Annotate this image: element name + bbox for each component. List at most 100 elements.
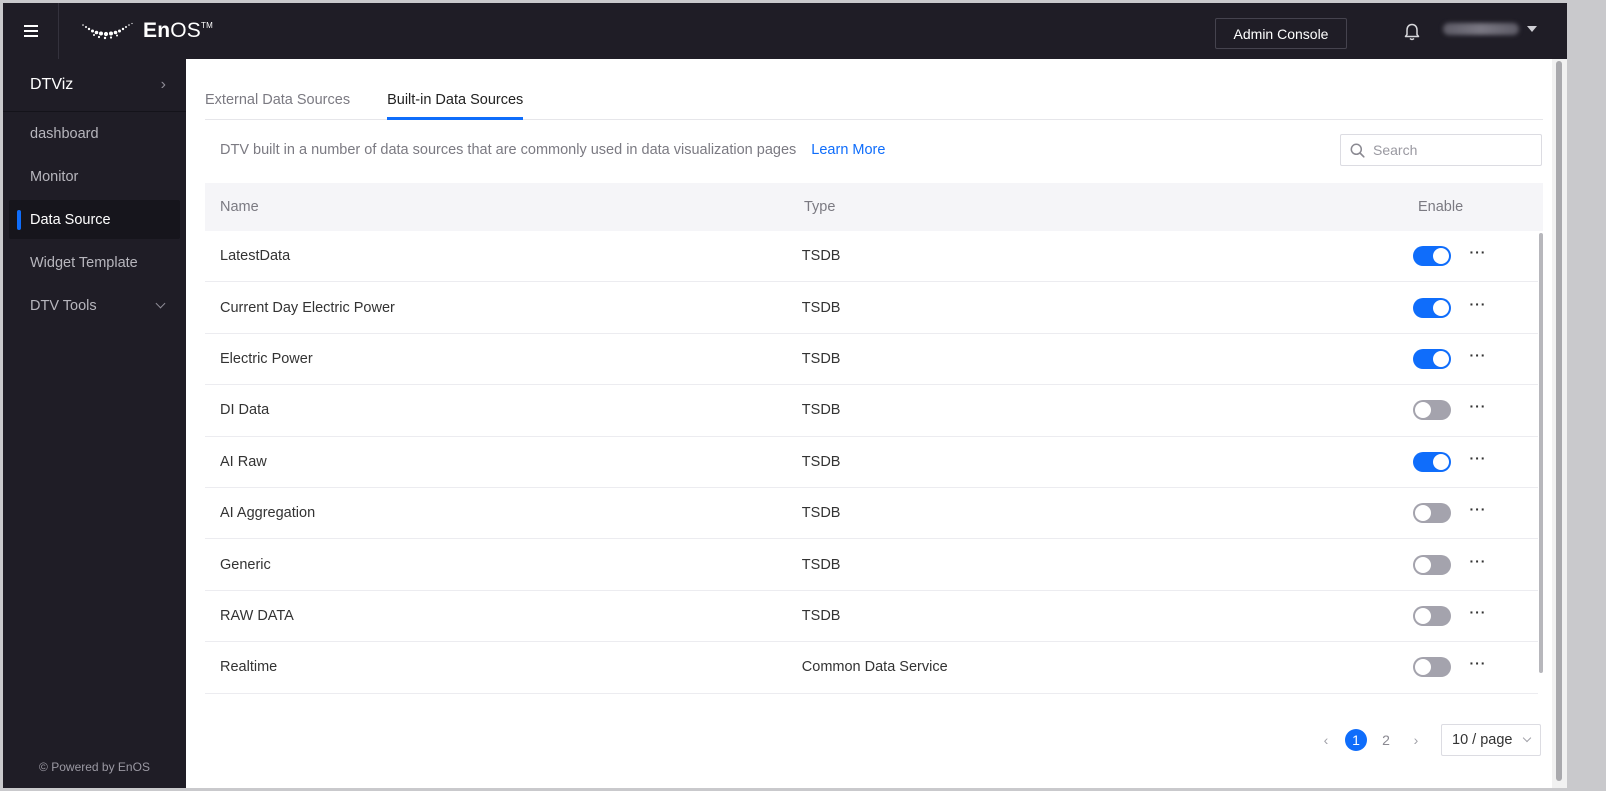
more-actions-icon[interactable]: ··· <box>1469 297 1486 311</box>
table-row: Current Day Electric Power TSDB ··· <box>205 282 1538 334</box>
sidebar: DTViz › dashboard Monitor Data Source Wi… <box>3 59 186 788</box>
row-enable-cell: ··· <box>1413 245 1538 267</box>
row-name: LatestData <box>220 248 291 265</box>
column-header-name: Name <box>220 199 259 215</box>
hamburger-menu-button[interactable] <box>3 3 59 59</box>
data-sources-table: Name Type Enable LatestData TSDB ··· Curren… <box>205 183 1543 695</box>
chevron-down-icon <box>1522 733 1532 743</box>
row-enable-cell: ··· <box>1413 605 1538 626</box>
sidebar-item-monitor[interactable]: Monitor <box>9 157 180 196</box>
table-row: Electric Power TSDB ··· <box>205 334 1538 386</box>
toggle-knob <box>1415 607 1432 624</box>
page-size-select[interactable]: 10 / page <box>1441 724 1541 756</box>
row-type: TSDB <box>801 505 841 522</box>
app-title: DTViz <box>30 76 74 93</box>
table-row: LatestData TSDB ··· <box>205 231 1538 283</box>
chevron-right-icon: › <box>160 76 166 93</box>
enable-toggle[interactable] <box>1413 297 1452 318</box>
enable-toggle[interactable] <box>1413 246 1452 267</box>
enable-toggle[interactable] <box>1413 554 1452 575</box>
table-row: DI Data TSDB ··· <box>205 385 1538 437</box>
sidebar-item-label: Data Source <box>30 211 111 228</box>
more-actions-icon[interactable]: ··· <box>1469 399 1486 413</box>
table-row: RAW DATA TSDB ··· <box>205 591 1538 643</box>
row-name: DI Data <box>220 402 270 419</box>
table-scrollbar[interactable] <box>1539 233 1543 673</box>
enable-toggle[interactable] <box>1413 348 1452 369</box>
app-switcher[interactable]: DTViz › <box>3 59 186 112</box>
sidebar-item-widget-template[interactable]: Widget Template <box>9 243 180 282</box>
table-row: Realtime Common Data Service ··· <box>205 642 1538 694</box>
row-enable-cell: ··· <box>1413 451 1538 472</box>
row-name: Generic <box>220 556 271 573</box>
data-source-tabs: External Data Sources Built-in Data Sour… <box>205 59 1543 120</box>
tab-built-in-data-sources[interactable]: Built-in Data Sources <box>387 58 524 120</box>
sidebar-item-data-source[interactable]: Data Source <box>9 200 180 239</box>
next-page-button[interactable]: › <box>1401 732 1431 748</box>
row-type: TSDB <box>801 299 841 316</box>
row-type: TSDB <box>801 556 841 573</box>
row-name: RAW DATA <box>220 607 294 624</box>
logo-text: EnOSTM <box>143 19 213 42</box>
powered-by-footer: © Powered by EnOS <box>39 760 150 774</box>
enos-logo-arc-icon <box>82 22 133 40</box>
pagination: ‹ 1 2 › 10 / page <box>1311 724 1541 756</box>
page-scrollbar-thumb[interactable] <box>1556 61 1562 781</box>
search-box[interactable] <box>1340 134 1542 166</box>
page-1-button[interactable]: 1 <box>1345 729 1367 751</box>
enos-logo[interactable]: EnOSTM <box>81 19 213 43</box>
page-2-button[interactable]: 2 <box>1375 729 1397 751</box>
sidebar-item-dtv-tools[interactable]: DTV Tools <box>9 286 180 325</box>
more-actions-icon[interactable]: ··· <box>1469 554 1486 568</box>
sidebar-item-label: Monitor <box>30 168 79 185</box>
learn-more-link[interactable]: Learn More <box>811 142 885 158</box>
caret-down-icon <box>1527 26 1537 32</box>
row-enable-cell: ··· <box>1413 502 1538 524</box>
user-menu[interactable] <box>1443 23 1537 35</box>
row-enable-cell: ··· <box>1413 554 1538 575</box>
sidebar-nav: dashboard Monitor Data Source Widget Tem… <box>3 114 186 325</box>
prev-page-button[interactable]: ‹ <box>1311 732 1341 748</box>
row-type: TSDB <box>801 607 841 624</box>
more-actions-icon[interactable]: ··· <box>1469 451 1486 465</box>
table-row: AI Raw TSDB ··· <box>205 437 1538 488</box>
toggle-knob <box>1415 402 1432 419</box>
enable-toggle[interactable] <box>1413 451 1452 472</box>
page-scrollbar[interactable] <box>1552 59 1567 788</box>
row-enable-cell: ··· <box>1413 348 1538 369</box>
enable-toggle[interactable] <box>1413 400 1452 421</box>
row-name: Realtime <box>220 659 278 676</box>
more-actions-icon[interactable]: ··· <box>1469 502 1486 516</box>
admin-console-button[interactable]: Admin Console <box>1215 18 1347 49</box>
more-actions-icon[interactable]: ··· <box>1469 605 1486 619</box>
description-line: DTV built in a number of data sources th… <box>220 142 885 158</box>
notifications-button[interactable] <box>1402 22 1422 42</box>
app-window: EnOSTM Admin Console DTViz › dashboard M… <box>3 3 1567 788</box>
row-name: Current Day Electric Power <box>220 299 395 316</box>
sidebar-item-label: Widget Template <box>30 254 138 271</box>
search-input[interactable] <box>1373 142 1533 158</box>
enable-toggle[interactable] <box>1413 503 1452 524</box>
table-header: Name Type Enable <box>205 183 1543 231</box>
column-header-enable: Enable <box>1418 199 1464 215</box>
toggle-knob <box>1433 299 1450 316</box>
chevron-down-icon <box>155 298 166 309</box>
toggle-knob <box>1415 505 1432 522</box>
column-header-type: Type <box>804 199 836 215</box>
row-enable-cell: ··· <box>1413 399 1538 421</box>
tab-external-data-sources[interactable]: External Data Sources <box>205 58 350 119</box>
description-text: DTV built in a number of data sources th… <box>220 142 797 158</box>
page-size-value: 10 / page <box>1452 732 1513 748</box>
more-actions-icon[interactable]: ··· <box>1469 245 1486 259</box>
row-type: TSDB <box>801 453 841 470</box>
hamburger-icon <box>23 30 38 32</box>
table-body: LatestData TSDB ··· Current Day Electric Po… <box>205 231 1543 695</box>
row-name: AI Aggregation <box>220 505 316 522</box>
row-type: TSDB <box>801 248 841 265</box>
row-type: TSDB <box>801 402 841 419</box>
enable-toggle[interactable] <box>1413 657 1452 678</box>
more-actions-icon[interactable]: ··· <box>1469 348 1486 362</box>
enable-toggle[interactable] <box>1413 605 1452 626</box>
more-actions-icon[interactable]: ··· <box>1469 656 1486 670</box>
sidebar-item-dashboard[interactable]: dashboard <box>9 114 180 153</box>
